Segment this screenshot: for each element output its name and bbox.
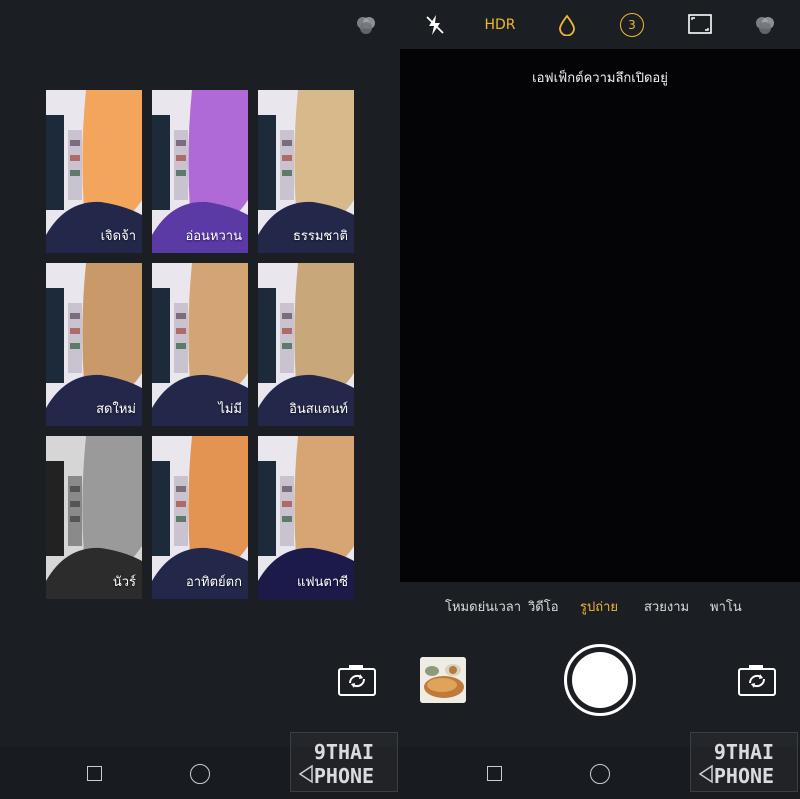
recent-apps-icon[interactable] — [86, 765, 102, 781]
navigation-bar: 9THAI PHONE — [0, 732, 400, 799]
watermark: 9THAI PHONE — [690, 732, 798, 792]
filter-label: อ่อนหวาน — [185, 229, 242, 244]
switch-camera-icon[interactable] — [337, 663, 377, 697]
filter-tile[interactable]: อ่อนหวาน — [152, 90, 248, 253]
watermark-line1: 9THAI — [713, 740, 775, 764]
shutter-inner — [572, 652, 628, 708]
watermark-line2: PHONE — [713, 764, 775, 788]
filter-tile[interactable]: อินสแตนท์ — [258, 263, 354, 426]
filter-label: ไม่มี — [218, 402, 242, 417]
filter-circles-icon[interactable] — [752, 12, 778, 38]
home-icon[interactable] — [189, 763, 211, 785]
switch-camera-icon[interactable] — [737, 663, 777, 697]
mode-selector: โหมดย่นเวลา วิดีโอ รูปถ่าย สวยงาม พาโน — [400, 596, 800, 616]
aspect-ratio-icon[interactable] — [687, 13, 713, 35]
filter-label: อาทิตย์ตก — [185, 575, 242, 590]
filter-label: อินสแตนท์ — [289, 402, 348, 417]
hdr-toggle[interactable]: HDR — [480, 14, 520, 36]
filter-tile[interactable]: เจิดจ้า — [46, 90, 142, 253]
camera-panel: HDR 3 เอฟเฟ็กต์ความลึกเปิดอยู่ โหมดย่นเว… — [400, 0, 800, 799]
filter-tile[interactable]: สดใหม่ — [46, 263, 142, 426]
gallery-thumbnail[interactable] — [420, 657, 466, 703]
timer-icon[interactable]: 3 — [620, 13, 644, 37]
home-icon[interactable] — [589, 763, 611, 785]
depth-effect-toast: เอฟเฟ็กต์ความลึกเปิดอยู่ — [532, 71, 668, 86]
recent-apps-icon[interactable] — [486, 765, 502, 781]
filter-panel: เจิดจ้า อ่อนหวาน ธรรมชาติสดใหม่ ไม่มี อินสแต… — [0, 0, 400, 799]
filter-label: ธรรมชาติ — [292, 229, 348, 244]
filter-tile[interactable]: ไม่มี — [152, 263, 248, 426]
filter-tile[interactable]: แฟนตาซี — [258, 436, 354, 599]
watermark: 9THAI PHONE — [290, 732, 398, 792]
viewfinder[interactable] — [400, 49, 800, 582]
filter-label: แฟนตาซี — [296, 575, 348, 590]
navigation-bar: 9THAI PHONE — [400, 732, 800, 799]
shutter-button[interactable] — [564, 644, 636, 716]
filter-tile[interactable]: ธรรมชาติ — [258, 90, 354, 253]
filter-tile[interactable]: นัวร์ — [46, 436, 142, 599]
filter-tile[interactable]: อาทิตย์ตก — [152, 436, 248, 599]
watermark-line1: 9THAI — [313, 740, 375, 764]
mode-timelapse[interactable]: โหมดย่นเวลา — [445, 596, 521, 617]
flash-off-icon[interactable] — [422, 12, 448, 38]
mode-photo[interactable]: รูปถ่าย — [580, 596, 618, 617]
filter-circles-icon[interactable] — [353, 12, 379, 38]
mode-video[interactable]: วิดีโอ — [528, 596, 559, 617]
filter-label: สดใหม่ — [96, 402, 136, 417]
mode-beauty[interactable]: สวยงาม — [644, 596, 689, 617]
watermark-line2: PHONE — [313, 764, 375, 788]
filter-label: นัวร์ — [112, 575, 136, 590]
mode-pano[interactable]: พาโน — [710, 596, 742, 617]
water-drop-icon[interactable] — [556, 12, 578, 38]
filter-label: เจิดจ้า — [100, 229, 136, 244]
